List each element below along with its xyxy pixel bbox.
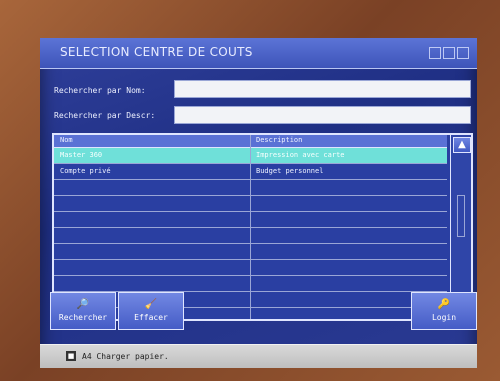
touch-screen: SELECTION CENTRE DE COUTS Rechercher par… (40, 38, 477, 368)
row-description: Budget personnel (256, 167, 324, 175)
search-name-label: Rechercher par Nom: (54, 86, 146, 95)
page-title: SELECTION CENTRE DE COUTS (60, 45, 253, 59)
window-controls-icon (427, 44, 471, 60)
clear-button-label: Effacer (134, 313, 168, 322)
clear-button[interactable]: 🧹 Effacer (118, 292, 184, 330)
paper-tray: A4 (82, 352, 92, 361)
login-button-label: Login (431, 313, 457, 322)
search-button-label: Rechercher (58, 313, 108, 322)
status-bar: ■ A4 Charger papier. (40, 344, 477, 368)
search-description-label: Rechercher par Descr: (54, 111, 156, 120)
search-description-field[interactable] (174, 106, 471, 124)
login-button[interactable]: 🔑 Login (411, 292, 477, 330)
status-icon: ■ (66, 351, 76, 361)
title-bar: SELECTION CENTRE DE COUTS (40, 38, 477, 69)
scroll-up-icon[interactable]: ▲ (453, 137, 471, 153)
column-divider (250, 135, 251, 319)
magnifier-icon: 🔎 (76, 299, 90, 310)
row-name: Master 360 (60, 151, 103, 159)
scroll-thumb[interactable] (457, 195, 465, 237)
search-button[interactable]: 🔎 Rechercher (50, 292, 116, 330)
status-message: Charger papier. (96, 352, 169, 361)
search-name-field[interactable] (174, 80, 471, 98)
eraser-icon: 🧹 (144, 299, 158, 310)
column-header-name: Nom (60, 136, 73, 144)
status-text: A4 Charger papier. (82, 352, 169, 361)
key-icon: 🔑 (437, 299, 451, 310)
row-name: Compte privé (60, 167, 111, 175)
row-description: Impression avec carte (256, 151, 345, 159)
column-header-description: Description (256, 136, 303, 144)
